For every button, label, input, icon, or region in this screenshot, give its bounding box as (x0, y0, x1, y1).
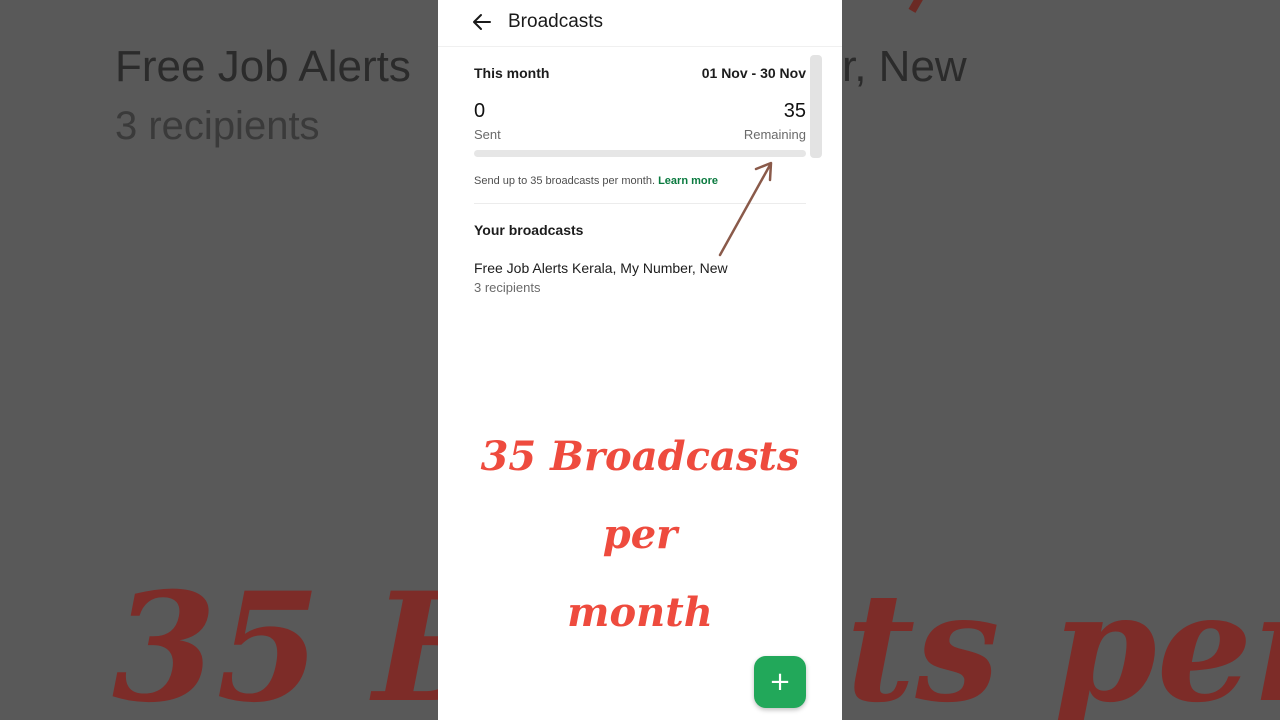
page-title: Broadcasts (508, 11, 604, 32)
broadcast-name: Free Job Alerts Kerala, My Number, New (474, 260, 728, 276)
scrollbar[interactable] (810, 55, 822, 158)
annotation-arrow-icon (718, 161, 773, 257)
broadcast-recipients: 3 recipients (474, 280, 541, 295)
app-bar: Broadcasts (438, 0, 842, 47)
overlay-caption-line-2: month (567, 589, 713, 636)
plus-icon: + (769, 667, 791, 697)
background-overlay-text-right: ts per (846, 560, 1280, 720)
overlay-caption-line-1: 35 Broadcasts per (480, 433, 800, 558)
background-title-right: r, New (842, 42, 967, 91)
remaining-label: Remaining (743, 127, 806, 142)
background-decoration (882, 0, 936, 13)
broadcast-limit-text: Send up to 35 broadcasts per month. (474, 175, 656, 187)
sent-count: 0 (474, 100, 486, 122)
broadcast-limit-info: Send up to 35 broadcasts per month. Lear… (474, 175, 718, 187)
phone-screen: Broadcasts This month 01 Nov - 30 Nov 0 … (438, 0, 842, 720)
remaining-count: 35 (783, 100, 806, 122)
your-broadcasts-heading: Your broadcasts (474, 222, 584, 238)
sent-label: Sent (474, 127, 501, 142)
background-title-left: Free Job Alerts (115, 42, 411, 91)
broadcast-list-item[interactable]: Free Job Alerts Kerala, My Number, New 3… (474, 258, 814, 298)
overlay-caption: 35 Broadcasts per month (438, 418, 842, 652)
background-subtitle: 3 recipients (115, 104, 320, 148)
period-label: This month (474, 65, 550, 81)
arrow-left-icon[interactable] (470, 10, 494, 34)
period-range: 01 Nov - 30 Nov (701, 65, 806, 81)
new-broadcast-button[interactable]: + (754, 656, 806, 708)
